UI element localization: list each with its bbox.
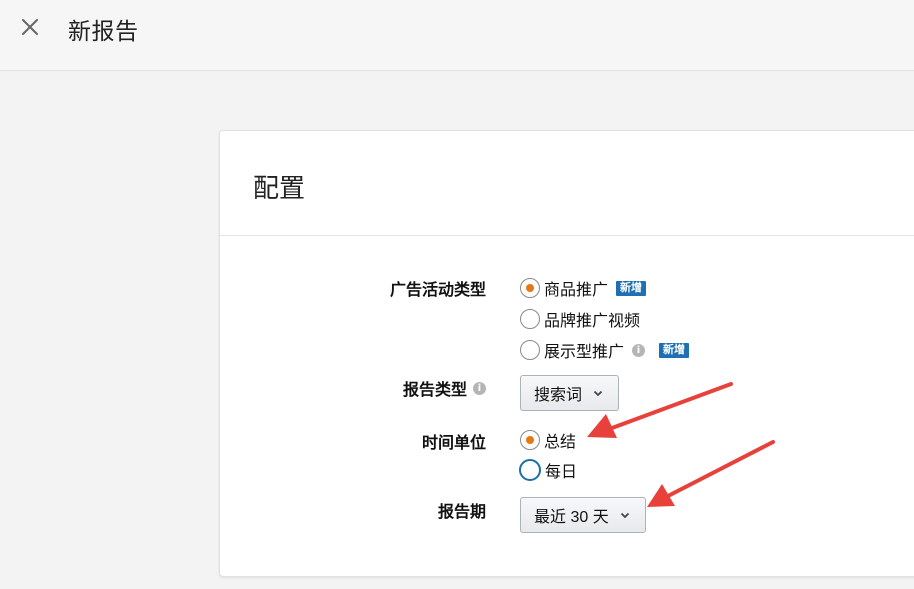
info-icon[interactable]: i (473, 381, 486, 395)
page-title: 新报告 (68, 18, 139, 44)
radio-button[interactable] (520, 309, 540, 329)
campaign-type-label: 广告活动类型 (286, 276, 486, 300)
chevron-down-icon (593, 390, 603, 397)
chevron-down-icon (620, 512, 629, 519)
radio-button[interactable] (519, 459, 541, 481)
time-unit-option-daily[interactable]: 每日 (519, 458, 577, 482)
report-period-label-text: 报告期 (437, 504, 486, 521)
info-icon[interactable]: i (632, 343, 646, 357)
radio-button[interactable] (520, 430, 540, 450)
close-button[interactable] (18, 15, 42, 39)
report-type-dropdown[interactable]: 搜索词 (520, 375, 619, 411)
new-badge: 新增 (659, 342, 690, 358)
new-badge: 新增 (616, 280, 647, 296)
time-unit-label: 时间单位 (286, 429, 486, 453)
top-bar: 新报告 (0, 0, 914, 71)
card-title: 配置 (253, 173, 306, 203)
radio-button[interactable] (520, 340, 540, 360)
report-period-value: 最近 30 天 (534, 509, 609, 526)
option-label: 品牌推广视频 (544, 313, 641, 330)
close-icon (22, 19, 38, 35)
report-period-dropdown[interactable]: 最近 30 天 (520, 497, 646, 533)
time-unit-option-summary[interactable]: 总结 (520, 428, 576, 452)
option-label: 商品推广 (544, 282, 609, 299)
report-period-label: 报告期 (286, 498, 486, 522)
campaign-type-option-brand-video[interactable]: 品牌推广视频 (520, 307, 640, 331)
campaign-type-option-display[interactable]: 展示型推广 i 新增 (520, 338, 690, 362)
config-card: 配置 广告活动类型 商品推广 新增 品牌推广视频 展示型推广 i 新增 报告类型… (219, 130, 914, 577)
card-divider (220, 235, 914, 236)
option-label: 每日 (545, 464, 578, 481)
option-label: 展示型推广 (544, 344, 625, 361)
report-type-label: 报告类型 i (286, 376, 486, 400)
time-unit-label-text: 时间单位 (421, 435, 486, 452)
option-label: 总结 (544, 434, 577, 451)
report-type-value: 搜索词 (534, 387, 583, 404)
radio-button[interactable] (520, 278, 540, 298)
report-type-label-text: 报告类型 (402, 382, 467, 399)
campaign-type-option-sponsored-products[interactable]: 商品推广 新增 (520, 276, 647, 300)
campaign-type-label-text: 广告活动类型 (389, 282, 486, 299)
